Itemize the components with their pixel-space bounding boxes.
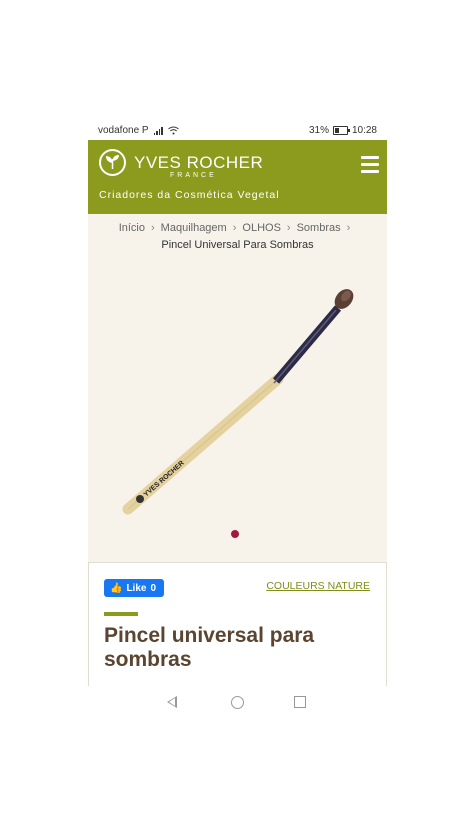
brand-tagline: Criadores da Cosmética Vegetal xyxy=(99,189,280,201)
breadcrumb-current: Pincel Universal Para Sombras xyxy=(161,239,314,251)
brand-name[interactable]: YVES ROCHER xyxy=(134,153,263,173)
chevron-right-icon: › xyxy=(232,222,237,234)
chevron-right-icon: › xyxy=(286,222,291,234)
breadcrumb: Início › Maquilhagem › OLHOS › Sombras › Pincel… xyxy=(88,220,387,254)
chevron-right-icon: › xyxy=(151,222,155,234)
breadcrumb-sombras[interactable]: Sombras xyxy=(297,222,341,234)
breadcrumb-olhos[interactable]: OLHOS xyxy=(242,222,281,234)
android-nav-bar xyxy=(88,686,387,719)
clock: 10:28 xyxy=(351,125,377,136)
product-section: Início › Maquilhagem › OLHOS › Sombras › Pincel… xyxy=(88,214,387,562)
back-icon[interactable] xyxy=(167,696,177,708)
wifi-icon xyxy=(167,126,179,135)
battery-icon xyxy=(332,126,350,135)
leaf-logo-icon[interactable] xyxy=(99,149,126,176)
home-icon[interactable] xyxy=(231,696,244,709)
carousel-dot-active[interactable] xyxy=(231,530,239,538)
status-bar: vodafone P 31% 10:28 xyxy=(88,121,387,140)
battery-percent: 31% xyxy=(308,125,329,136)
thumbs-up-icon: 👍 xyxy=(110,582,123,594)
site-header: YVES ROCHER FRANCE Criadores da Cosmétic… xyxy=(88,140,387,214)
collection-link[interactable]: COULEURS NATURE xyxy=(266,580,370,592)
like-count: 0 xyxy=(150,582,157,594)
brand-country: FRANCE xyxy=(170,172,217,179)
breadcrumb-inicio[interactable]: Início xyxy=(119,222,145,234)
brush-print-text: YVES ROCHER xyxy=(143,460,186,499)
carrier-label: vodafone P xyxy=(98,125,149,136)
facebook-like-button[interactable]: 👍 Like 0 xyxy=(104,579,165,597)
breadcrumb-maquilhagem[interactable]: Maquilhagem xyxy=(161,222,227,234)
product-title: Pincel universal para sombras xyxy=(104,624,315,671)
product-image[interactable]: YVES ROCHER xyxy=(88,269,387,529)
hamburger-menu-icon[interactable] xyxy=(361,156,379,173)
title-accent-bar xyxy=(104,612,138,616)
recent-apps-icon[interactable] xyxy=(294,696,306,708)
product-details: 👍 Like 0 COULEURS NATURE Pincel universa… xyxy=(88,562,387,688)
signal-icon xyxy=(153,126,163,135)
phone-screen: vodafone P 31% 10:28 YVES ROCHER FRANCE … xyxy=(88,121,387,719)
like-label: Like xyxy=(126,582,147,594)
chevron-right-icon: › xyxy=(346,222,351,234)
